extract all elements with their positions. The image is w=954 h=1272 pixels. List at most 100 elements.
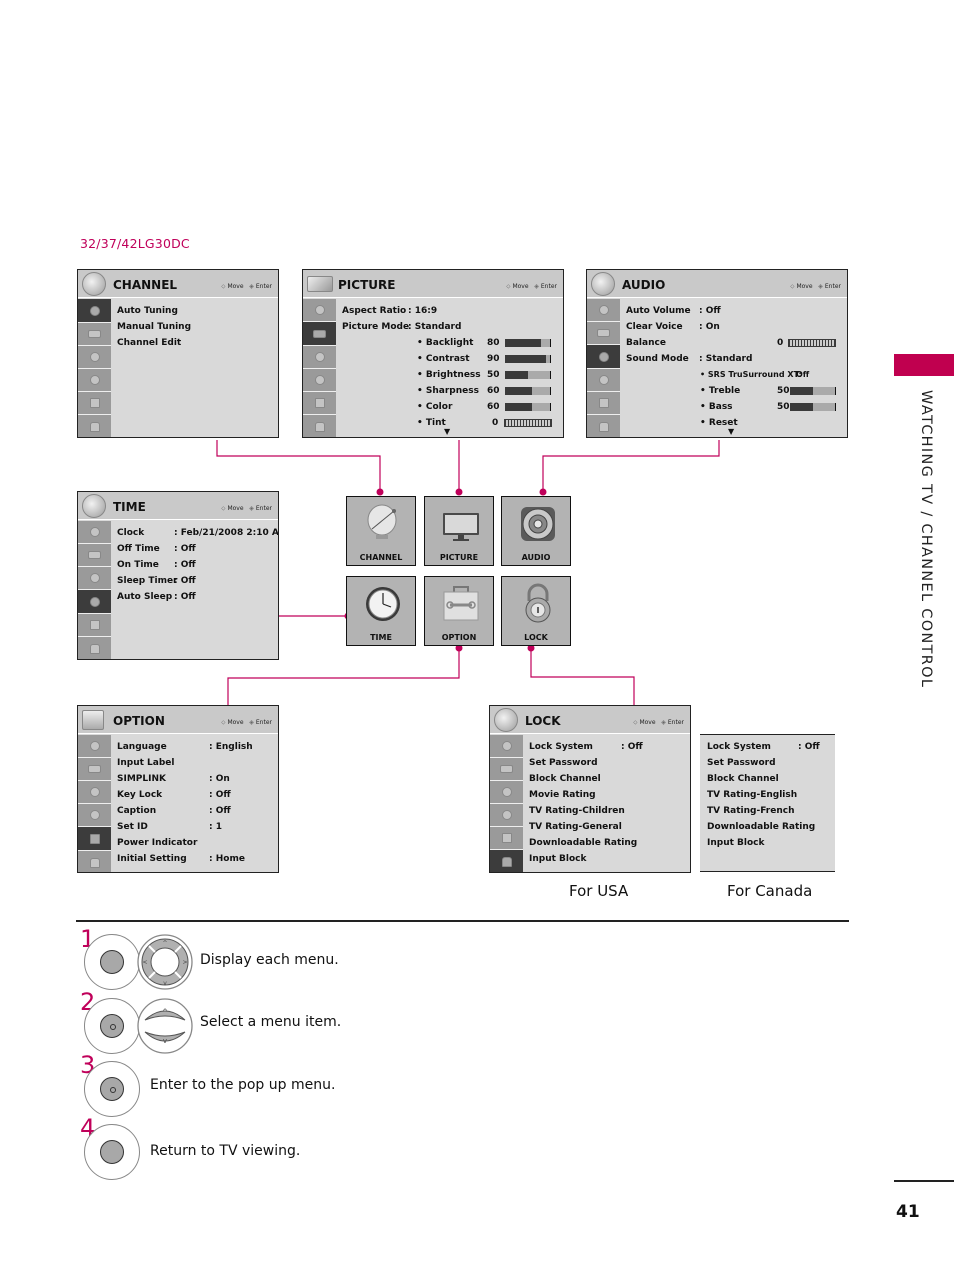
menu-button[interactable]	[84, 934, 140, 990]
rail-channel-icon[interactable]	[78, 735, 111, 758]
menu-item-language[interactable]: Language: English	[117, 739, 274, 755]
rail-time-icon[interactable]	[78, 590, 111, 614]
dpad-up-down-icon[interactable]: ^ v	[137, 998, 193, 1054]
menu-item-initial-setting[interactable]: Initial Setting: Home	[117, 851, 274, 867]
menu-item-clear-voice[interactable]: Clear Voice: On	[626, 319, 843, 335]
rail-option-icon[interactable]	[490, 827, 523, 850]
rail-option-icon[interactable]	[78, 614, 111, 637]
slider-backlight[interactable]: • Backlight 80	[342, 335, 559, 351]
rail-option-icon[interactable]	[78, 392, 111, 415]
tile-channel[interactable]: CHANNEL	[346, 496, 416, 566]
slider-tint[interactable]: • Tint 0	[342, 415, 559, 431]
tile-lock[interactable]: LOCK	[501, 576, 571, 646]
menu-item-input-label[interactable]: Input Label	[117, 755, 274, 771]
menu-item-reset[interactable]: • Reset	[626, 415, 843, 431]
menu-item-downloadable-rating[interactable]: Downloadable Rating	[529, 835, 686, 851]
menu-item-input-block[interactable]: Input Block	[529, 851, 686, 867]
menu-item-off-time[interactable]: Off Time: Off	[117, 541, 274, 557]
menu-item-auto-tuning[interactable]: Auto Tuning	[117, 303, 274, 319]
slider-sharpness[interactable]: • Sharpness 60	[342, 383, 559, 399]
menu-item-set-id[interactable]: Set ID: 1	[117, 819, 274, 835]
menu-item-manual-tuning[interactable]: Manual Tuning	[117, 319, 274, 335]
slider-treble[interactable]: • Treble 50	[626, 383, 843, 399]
menu-item-lock-system[interactable]: Lock System: Off	[707, 739, 835, 755]
sharpness-bar[interactable]	[505, 387, 551, 395]
ok-button[interactable]	[84, 998, 140, 1054]
rail-audio-icon[interactable]	[78, 567, 111, 590]
tile-picture[interactable]: PICTURE	[424, 496, 494, 566]
dpad-four-way-icon[interactable]: ^ v < >	[137, 934, 193, 990]
menu-item-set-password[interactable]: Set Password	[529, 755, 686, 771]
menu-item-tv-rating-general[interactable]: TV Rating-General	[529, 819, 686, 835]
rail-time-icon[interactable]	[78, 804, 111, 827]
rail-time-icon[interactable]	[490, 804, 523, 827]
tile-audio[interactable]: AUDIO	[501, 496, 571, 566]
menu-item-sound-mode[interactable]: Sound Mode: Standard	[626, 351, 843, 367]
menu-item-downloadable-rating[interactable]: Downloadable Rating	[707, 819, 835, 835]
menu-item-power-indicator[interactable]: Power Indicator	[117, 835, 274, 851]
return-button[interactable]	[84, 1124, 140, 1180]
brightness-bar[interactable]	[505, 371, 551, 379]
color-bar[interactable]	[505, 403, 551, 411]
rail-audio-icon[interactable]	[78, 781, 111, 804]
rail-picture-icon[interactable]	[78, 323, 111, 346]
rail-audio-icon[interactable]	[78, 346, 111, 369]
menu-item-tv-rating-english[interactable]: TV Rating-English	[707, 787, 835, 803]
menu-item-tv-rating-children[interactable]: TV Rating-Children	[529, 803, 686, 819]
contrast-bar[interactable]	[505, 355, 551, 363]
rail-audio-icon[interactable]	[303, 346, 336, 369]
menu-item-block-channel[interactable]: Block Channel	[529, 771, 686, 787]
menu-item-lock-system[interactable]: Lock System: Off	[529, 739, 686, 755]
rail-picture-icon[interactable]	[78, 544, 111, 567]
rail-picture-icon[interactable]	[587, 322, 620, 345]
balance-scale[interactable]	[788, 339, 836, 347]
menu-item-sleep-timer[interactable]: Sleep Timer: Off	[117, 573, 274, 589]
rail-lock-icon[interactable]	[303, 415, 336, 437]
rail-option-icon[interactable]	[587, 392, 620, 415]
treble-bar[interactable]	[790, 387, 836, 395]
menu-item-input-block[interactable]: Input Block	[707, 835, 835, 851]
enter-button[interactable]	[84, 1061, 140, 1117]
slider-contrast[interactable]: • Contrast 90	[342, 351, 559, 367]
menu-item-channel-edit[interactable]: Channel Edit	[117, 335, 274, 351]
menu-item-srs-trusurround[interactable]: • SRS TruSurround XT: Off	[626, 367, 843, 383]
rail-lock-icon[interactable]	[490, 850, 523, 872]
rail-picture-icon[interactable]	[78, 758, 111, 781]
menu-item-aspect-ratio[interactable]: Aspect Ratio: 16:9	[342, 303, 559, 319]
menu-item-clock[interactable]: Clock: Feb/21/2008 2:10 AM	[117, 525, 278, 541]
menu-item-simplink[interactable]: SIMPLINK: On	[117, 771, 274, 787]
backlight-bar[interactable]	[505, 339, 551, 347]
rail-channel-icon[interactable]	[587, 299, 620, 322]
menu-item-tv-rating-french[interactable]: TV Rating-French	[707, 803, 835, 819]
rail-audio-icon[interactable]	[490, 781, 523, 804]
menu-item-balance[interactable]: Balance 0	[626, 335, 843, 351]
rail-time-icon[interactable]	[303, 369, 336, 392]
menu-item-on-time[interactable]: On Time: Off	[117, 557, 274, 573]
menu-item-key-lock[interactable]: Key Lock: Off	[117, 787, 274, 803]
rail-picture-icon[interactable]	[490, 758, 523, 781]
rail-lock-icon[interactable]	[78, 851, 111, 872]
slider-brightness[interactable]: • Brightness 50	[342, 367, 559, 383]
rail-channel-icon[interactable]	[78, 299, 111, 323]
scroll-down-icon[interactable]: ▼	[728, 427, 734, 436]
rail-channel-icon[interactable]	[490, 735, 523, 758]
bass-bar[interactable]	[790, 403, 836, 411]
rail-lock-icon[interactable]	[78, 637, 111, 659]
rail-channel-icon[interactable]	[78, 521, 111, 544]
menu-item-caption[interactable]: Caption: Off	[117, 803, 274, 819]
rail-lock-icon[interactable]	[587, 415, 620, 437]
tile-time[interactable]: TIME	[346, 576, 416, 646]
menu-item-set-password[interactable]: Set Password	[707, 755, 835, 771]
slider-color[interactable]: • Color 60	[342, 399, 559, 415]
rail-time-icon[interactable]	[587, 369, 620, 392]
menu-item-auto-sleep[interactable]: Auto Sleep: Off	[117, 589, 274, 605]
menu-item-movie-rating[interactable]: Movie Rating	[529, 787, 686, 803]
rail-lock-icon[interactable]	[78, 415, 111, 437]
rail-channel-icon[interactable]	[303, 299, 336, 322]
rail-option-icon[interactable]	[78, 827, 111, 851]
scroll-down-icon[interactable]: ▼	[444, 427, 450, 436]
menu-item-block-channel[interactable]: Block Channel	[707, 771, 835, 787]
rail-picture-icon[interactable]	[303, 322, 336, 346]
rail-audio-icon[interactable]	[587, 345, 620, 369]
menu-item-picture-mode[interactable]: Picture Mode: Standard	[342, 319, 559, 335]
